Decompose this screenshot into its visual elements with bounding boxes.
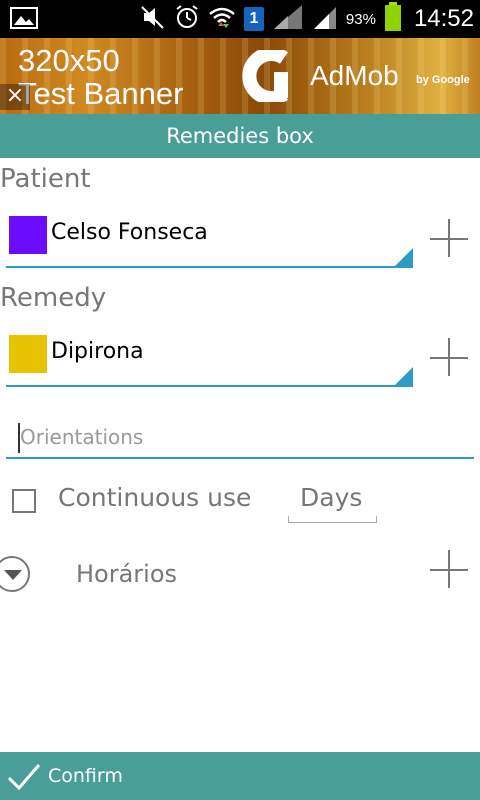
remedy-spinner[interactable]: Dipirona: [6, 325, 413, 387]
spinner-arrow-icon: [395, 248, 413, 266]
signal-strength-icon: [312, 3, 338, 35]
ad-brand: AdMob: [310, 60, 399, 91]
days-placeholder: Days: [300, 483, 363, 512]
notification-badge: 1: [243, 7, 264, 31]
mute-icon: [140, 4, 166, 34]
signal-icon: [272, 3, 304, 35]
confirm-label: Confirm: [48, 765, 123, 787]
admob-logo-icon: [240, 47, 296, 105]
orientations-placeholder: Orientations: [20, 425, 144, 449]
schedules-label: Horários: [76, 560, 178, 588]
battery-percent: 93%: [345, 10, 376, 28]
patient-spinner[interactable]: Celso Fonseca: [6, 206, 413, 268]
patient-value: Celso Fonseca: [51, 220, 208, 245]
expand-schedules-icon[interactable]: [0, 556, 30, 592]
remedy-value: Dipirona: [51, 339, 144, 364]
add-schedule-button[interactable]: [430, 550, 470, 590]
clock: 14:52: [413, 5, 474, 32]
spinner-arrow-icon: [395, 367, 413, 385]
status-bar: 1 93% 14:52: [0, 0, 480, 38]
add-patient-button[interactable]: [430, 219, 470, 259]
wifi-icon: [208, 4, 236, 34]
remedy-color-swatch: [9, 335, 47, 373]
patient-label: Patient: [0, 164, 91, 194]
page-title: Remedies box: [0, 114, 480, 158]
ad-close-button[interactable]: ×: [0, 84, 30, 110]
days-input[interactable]: Days: [288, 481, 377, 523]
ad-title: 320x50 Test Banner: [18, 44, 183, 110]
alarm-icon: [174, 4, 200, 34]
ad-brand-sub: by Google: [416, 74, 470, 86]
add-remedy-button[interactable]: [430, 338, 470, 378]
check-icon: [7, 764, 41, 791]
ad-title-line2: Test Banner: [18, 76, 184, 111]
gallery-notification-icon: [10, 6, 38, 34]
remedy-label: Remedy: [0, 283, 107, 313]
ad-title-line1: 320x50: [18, 43, 120, 78]
patient-color-swatch: [9, 216, 47, 254]
orientations-input[interactable]: Orientations: [6, 417, 474, 459]
continuous-use-label[interactable]: Continuous use: [58, 483, 251, 512]
battery-icon: [384, 2, 402, 36]
confirm-button[interactable]: Confirm: [0, 752, 480, 800]
ad-banner[interactable]: 320x50 Test Banner × AdMob by Google: [0, 38, 480, 114]
continuous-use-checkbox[interactable]: [12, 489, 36, 513]
